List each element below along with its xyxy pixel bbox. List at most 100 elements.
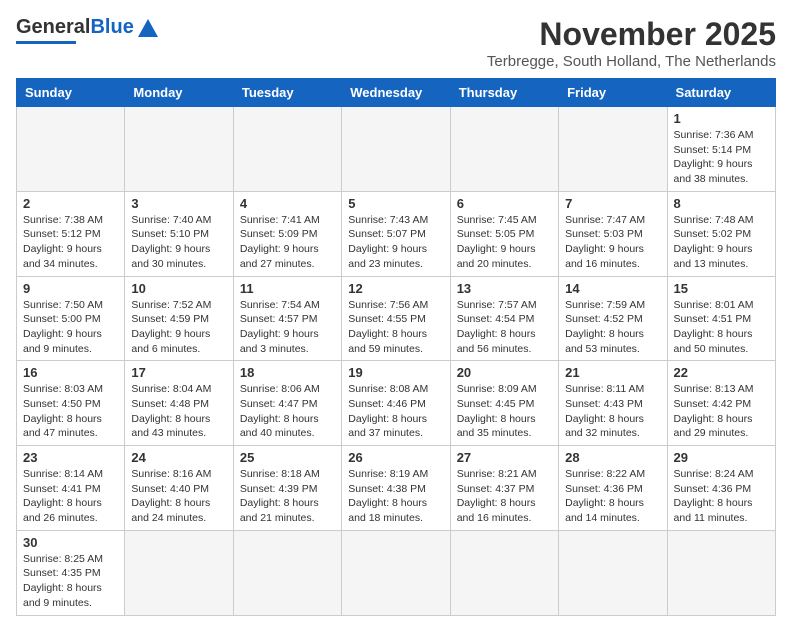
calendar-cell: 7 Sunrise: 7:47 AM Sunset: 5:03 PM Daylig… (559, 191, 667, 276)
calendar-cell: 21Sunrise: 8:11 AM Sunset: 4:43 PM Dayli… (559, 361, 667, 446)
calendar-week-row: 30 Sunrise: 8:25 AM Sunset: 4:35 PM Dayli… (17, 530, 776, 615)
calendar-cell: 12 Sunrise: 7:56 AM Sunset: 4:55 PM Dayli… (342, 276, 450, 361)
day-number: 20 (457, 365, 552, 380)
calendar-cell (450, 530, 558, 615)
calendar-cell (559, 530, 667, 615)
weekday-header-row: SundayMondayTuesdayWednesdayThursdayFrid… (17, 79, 776, 107)
calendar-cell: 14 Sunrise: 7:59 AM Sunset: 4:52 PM Dayli… (559, 276, 667, 361)
day-info: Sunrise: 8:16 AM Sunset: 4:40 PM Dayligh… (131, 467, 226, 526)
calendar-cell: 16 Sunrise: 8:03 AM Sunset: 4:50 PM Dayli… (17, 361, 125, 446)
day-info: Sunrise: 8:03 AM Sunset: 4:50 PM Dayligh… (23, 382, 118, 441)
day-number: 25 (240, 450, 335, 465)
day-info: Sunrise: 8:25 AM Sunset: 4:35 PM Dayligh… (23, 552, 118, 611)
weekday-header-cell: Thursday (450, 79, 558, 107)
day-number: 2 (23, 196, 118, 211)
calendar-cell: 29 Sunrise: 8:24 AM Sunset: 4:36 PM Dayli… (667, 446, 775, 531)
day-number: 8 (674, 196, 769, 211)
calendar-cell: 1 Sunrise: 7:36 AM Sunset: 5:14 PM Daylig… (667, 107, 775, 192)
calendar-cell: 25Sunrise: 8:18 AM Sunset: 4:39 PM Dayli… (233, 446, 341, 531)
calendar-cell: 10 Sunrise: 7:52 AM Sunset: 4:59 PM Dayli… (125, 276, 233, 361)
calendar-week-row: 2 Sunrise: 7:38 AM Sunset: 5:12 PM Daylig… (17, 191, 776, 276)
title-area: November 2025 Terbregge, South Holland, … (487, 16, 776, 70)
day-info: Sunrise: 7:47 AM Sunset: 5:03 PM Dayligh… (565, 213, 660, 272)
calendar-cell: 8 Sunrise: 7:48 AM Sunset: 5:02 PM Daylig… (667, 191, 775, 276)
day-number: 23 (23, 450, 118, 465)
weekday-header-cell: Sunday (17, 79, 125, 107)
calendar-cell: 3 Sunrise: 7:40 AM Sunset: 5:10 PM Daylig… (125, 191, 233, 276)
calendar-cell: 22 Sunrise: 8:13 AM Sunset: 4:42 PM Dayli… (667, 361, 775, 446)
weekday-header-cell: Tuesday (233, 79, 341, 107)
day-number: 14 (565, 281, 660, 296)
logo-triangle-icon (138, 19, 158, 37)
calendar-cell (342, 107, 450, 192)
calendar-cell: 23Sunrise: 8:14 AM Sunset: 4:41 PM Dayli… (17, 446, 125, 531)
day-number: 27 (457, 450, 552, 465)
day-info: Sunrise: 7:56 AM Sunset: 4:55 PM Dayligh… (348, 298, 443, 357)
calendar-week-row: 1 Sunrise: 7:36 AM Sunset: 5:14 PM Daylig… (17, 107, 776, 192)
day-number: 21 (565, 365, 660, 380)
day-info: Sunrise: 8:19 AM Sunset: 4:38 PM Dayligh… (348, 467, 443, 526)
day-number: 7 (565, 196, 660, 211)
day-info: Sunrise: 7:38 AM Sunset: 5:12 PM Dayligh… (23, 213, 118, 272)
day-info: Sunrise: 7:40 AM Sunset: 5:10 PM Dayligh… (131, 213, 226, 272)
day-number: 29 (674, 450, 769, 465)
day-info: Sunrise: 8:13 AM Sunset: 4:42 PM Dayligh… (674, 382, 769, 441)
day-number: 16 (23, 365, 118, 380)
day-number: 18 (240, 365, 335, 380)
calendar-cell: 11 Sunrise: 7:54 AM Sunset: 4:57 PM Dayli… (233, 276, 341, 361)
day-info: Sunrise: 8:24 AM Sunset: 4:36 PM Dayligh… (674, 467, 769, 526)
day-info: Sunrise: 7:48 AM Sunset: 5:02 PM Dayligh… (674, 213, 769, 272)
calendar: SundayMondayTuesdayWednesdayThursdayFrid… (16, 78, 776, 616)
day-number: 4 (240, 196, 335, 211)
calendar-week-row: 16 Sunrise: 8:03 AM Sunset: 4:50 PM Dayli… (17, 361, 776, 446)
calendar-cell (450, 107, 558, 192)
day-number: 22 (674, 365, 769, 380)
calendar-cell: 28Sunrise: 8:22 AM Sunset: 4:36 PM Dayli… (559, 446, 667, 531)
day-info: Sunrise: 8:21 AM Sunset: 4:37 PM Dayligh… (457, 467, 552, 526)
day-info: Sunrise: 7:52 AM Sunset: 4:59 PM Dayligh… (131, 298, 226, 357)
calendar-cell (559, 107, 667, 192)
day-info: Sunrise: 7:59 AM Sunset: 4:52 PM Dayligh… (565, 298, 660, 357)
day-number: 3 (131, 196, 226, 211)
day-number: 5 (348, 196, 443, 211)
day-info: Sunrise: 7:43 AM Sunset: 5:07 PM Dayligh… (348, 213, 443, 272)
day-info: Sunrise: 7:36 AM Sunset: 5:14 PM Dayligh… (674, 128, 769, 187)
calendar-cell: 19Sunrise: 8:08 AM Sunset: 4:46 PM Dayli… (342, 361, 450, 446)
logo-line (16, 41, 76, 44)
day-number: 12 (348, 281, 443, 296)
day-info: Sunrise: 8:09 AM Sunset: 4:45 PM Dayligh… (457, 382, 552, 441)
day-info: Sunrise: 7:57 AM Sunset: 4:54 PM Dayligh… (457, 298, 552, 357)
calendar-cell: 4Sunrise: 7:41 AM Sunset: 5:09 PM Daylig… (233, 191, 341, 276)
day-number: 10 (131, 281, 226, 296)
day-info: Sunrise: 7:54 AM Sunset: 4:57 PM Dayligh… (240, 298, 335, 357)
calendar-cell: 2 Sunrise: 7:38 AM Sunset: 5:12 PM Daylig… (17, 191, 125, 276)
calendar-cell: 9 Sunrise: 7:50 AM Sunset: 5:00 PM Daylig… (17, 276, 125, 361)
calendar-cell: 27 Sunrise: 8:21 AM Sunset: 4:37 PM Dayli… (450, 446, 558, 531)
calendar-cell: 30 Sunrise: 8:25 AM Sunset: 4:35 PM Dayli… (17, 530, 125, 615)
day-number: 15 (674, 281, 769, 296)
day-number: 11 (240, 281, 335, 296)
calendar-week-row: 9 Sunrise: 7:50 AM Sunset: 5:00 PM Daylig… (17, 276, 776, 361)
logo: General Blue (16, 16, 158, 44)
calendar-cell: 6Sunrise: 7:45 AM Sunset: 5:05 PM Daylig… (450, 191, 558, 276)
month-title: November 2025 (487, 16, 776, 53)
calendar-week-row: 23Sunrise: 8:14 AM Sunset: 4:41 PM Dayli… (17, 446, 776, 531)
day-number: 28 (565, 450, 660, 465)
calendar-cell: 15 Sunrise: 8:01 AM Sunset: 4:51 PM Dayli… (667, 276, 775, 361)
day-number: 1 (674, 111, 769, 126)
day-info: Sunrise: 8:04 AM Sunset: 4:48 PM Dayligh… (131, 382, 226, 441)
calendar-cell: 20 Sunrise: 8:09 AM Sunset: 4:45 PM Dayli… (450, 361, 558, 446)
day-info: Sunrise: 7:50 AM Sunset: 5:00 PM Dayligh… (23, 298, 118, 357)
calendar-cell: 13Sunrise: 7:57 AM Sunset: 4:54 PM Dayli… (450, 276, 558, 361)
calendar-cell (233, 107, 341, 192)
weekday-header-cell: Saturday (667, 79, 775, 107)
day-number: 9 (23, 281, 118, 296)
calendar-cell: 17Sunrise: 8:04 AM Sunset: 4:48 PM Dayli… (125, 361, 233, 446)
day-info: Sunrise: 8:01 AM Sunset: 4:51 PM Dayligh… (674, 298, 769, 357)
header: General Blue November 2025 Terbregge, So… (16, 16, 776, 70)
day-number: 24 (131, 450, 226, 465)
calendar-cell: 24 Sunrise: 8:16 AM Sunset: 4:40 PM Dayli… (125, 446, 233, 531)
calendar-cell (233, 530, 341, 615)
calendar-body: 1 Sunrise: 7:36 AM Sunset: 5:14 PM Daylig… (17, 107, 776, 616)
day-number: 30 (23, 535, 118, 550)
